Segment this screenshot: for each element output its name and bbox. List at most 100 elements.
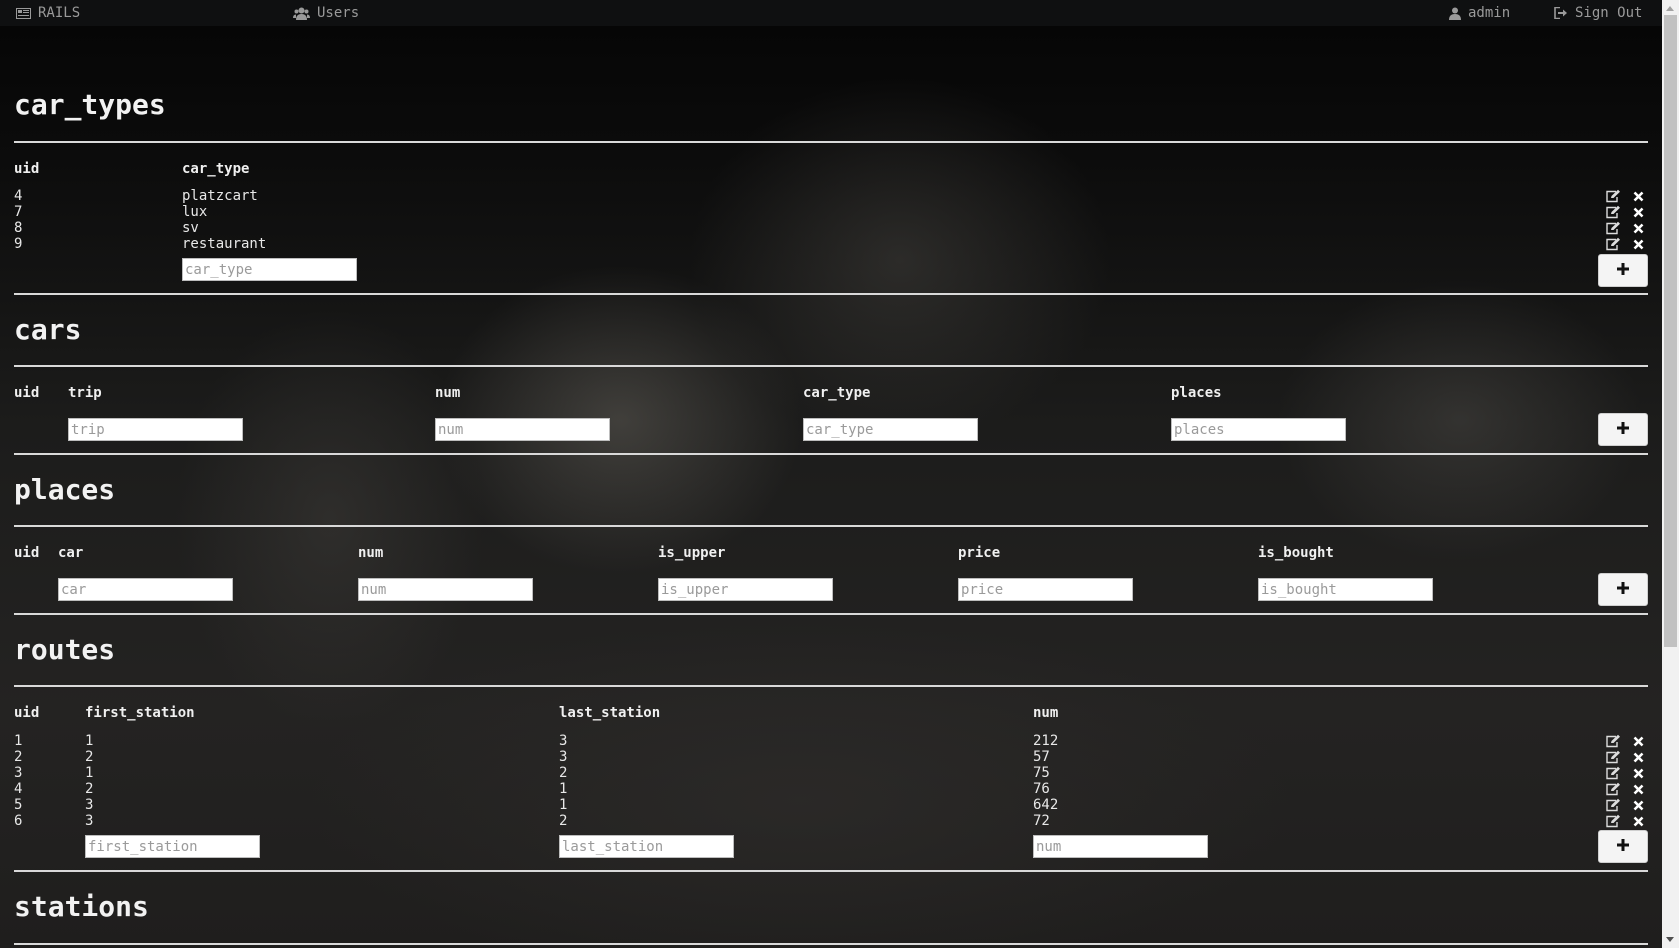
edit-icon[interactable] [1605,221,1621,235]
column-header: places [1171,385,1222,401]
cell-num: 76 [1033,781,1050,797]
column-header: uid [14,385,40,401]
add-place-button[interactable] [1598,573,1648,606]
car-input[interactable] [58,578,233,601]
cell-first-station: 1 [85,733,94,749]
cell-uid: 7 [14,204,23,220]
first-station-input[interactable] [85,835,260,858]
cell-num: 75 [1033,765,1050,781]
cell-num: 72 [1033,813,1050,829]
divider [14,141,1648,143]
column-header: num [1033,705,1059,721]
is-bought-input[interactable] [1258,578,1433,601]
column-header: is_upper [658,545,726,561]
brand-link[interactable]: RAILS [16,5,80,21]
cell-last-station: 1 [559,797,568,813]
current-user-link[interactable]: admin [1449,5,1510,21]
column-header: first_station [85,705,195,721]
close-icon[interactable] [1633,207,1644,218]
plus-icon [1616,837,1630,856]
divider [14,613,1648,615]
last-station-input[interactable] [559,835,734,858]
column-header: car [58,545,84,561]
add-car-button[interactable] [1598,413,1648,446]
brand-label: RAILS [38,5,81,21]
edit-icon[interactable] [1605,750,1621,764]
close-icon[interactable] [1633,784,1644,795]
divider [14,870,1648,872]
num-input[interactable] [358,578,533,601]
cell-uid: 3 [14,765,23,781]
scroll-down-arrow-icon[interactable] [1666,937,1674,942]
cell-car-type: platzcart [182,188,258,204]
users-icon [293,7,310,20]
column-header: price [958,545,1001,561]
column-header: car_type [803,385,871,401]
num-input[interactable] [1033,835,1208,858]
cell-uid: 4 [14,188,23,204]
trip-input[interactable] [68,418,243,441]
cell-first-station: 3 [85,797,94,813]
edit-icon[interactable] [1605,237,1621,251]
cell-last-station: 3 [559,749,568,765]
scrollbar-thumb[interactable] [1664,15,1677,647]
edit-icon[interactable] [1605,734,1621,748]
edit-icon[interactable] [1605,205,1621,219]
top-navbar: RAILS Users admin Sign Out [0,0,1662,26]
vertical-scrollbar[interactable] [1662,0,1679,948]
cell-car-type: restaurant [182,236,267,252]
places-input[interactable] [1171,418,1346,441]
edit-icon[interactable] [1605,766,1621,780]
cell-uid: 8 [14,220,23,236]
user-icon [1449,7,1461,20]
cell-uid: 2 [14,749,23,765]
close-icon[interactable] [1633,239,1644,250]
divider [14,525,1648,527]
car-type-input[interactable] [182,258,357,281]
cell-num: 642 [1033,797,1059,813]
column-header: num [358,545,384,561]
cell-last-station: 2 [559,813,568,829]
num-input[interactable] [435,418,610,441]
scroll-up-arrow-icon[interactable] [1666,6,1674,11]
edit-icon[interactable] [1605,814,1621,828]
column-header: car_type [182,161,250,177]
edit-icon[interactable] [1605,189,1621,203]
divider [14,943,1648,945]
column-header: trip [68,385,102,401]
cell-car-type: sv [182,220,199,236]
close-icon[interactable] [1633,768,1644,779]
cell-last-station: 1 [559,781,568,797]
cell-first-station: 2 [85,781,94,797]
section-title-car-types: car_types [14,88,166,121]
close-icon[interactable] [1633,191,1644,202]
cell-uid: 9 [14,236,23,252]
is-upper-input[interactable] [658,578,833,601]
nav-users-label: Users [317,5,360,21]
add-route-button[interactable] [1598,830,1648,863]
cell-uid: 4 [14,781,23,797]
plus-icon [1616,261,1630,280]
close-icon[interactable] [1633,816,1644,827]
close-icon[interactable] [1633,800,1644,811]
add-car-type-button[interactable] [1598,254,1648,287]
nav-users-link[interactable]: Users [293,5,359,21]
edit-icon[interactable] [1605,782,1621,796]
cell-first-station: 1 [85,765,94,781]
sign-out-label: Sign Out [1575,5,1643,21]
close-icon[interactable] [1633,752,1644,763]
close-icon[interactable] [1633,736,1644,747]
divider [14,685,1648,687]
edit-icon[interactable] [1605,798,1621,812]
column-header: num [435,385,461,401]
section-title-stations: stations [14,890,149,923]
cell-num: 57 [1033,749,1050,765]
cell-first-station: 2 [85,749,94,765]
plus-icon [1616,420,1630,439]
divider [14,365,1648,367]
car-type-input[interactable] [803,418,978,441]
sign-out-icon [1554,7,1568,19]
sign-out-link[interactable]: Sign Out [1554,5,1642,21]
price-input[interactable] [958,578,1133,601]
close-icon[interactable] [1633,223,1644,234]
